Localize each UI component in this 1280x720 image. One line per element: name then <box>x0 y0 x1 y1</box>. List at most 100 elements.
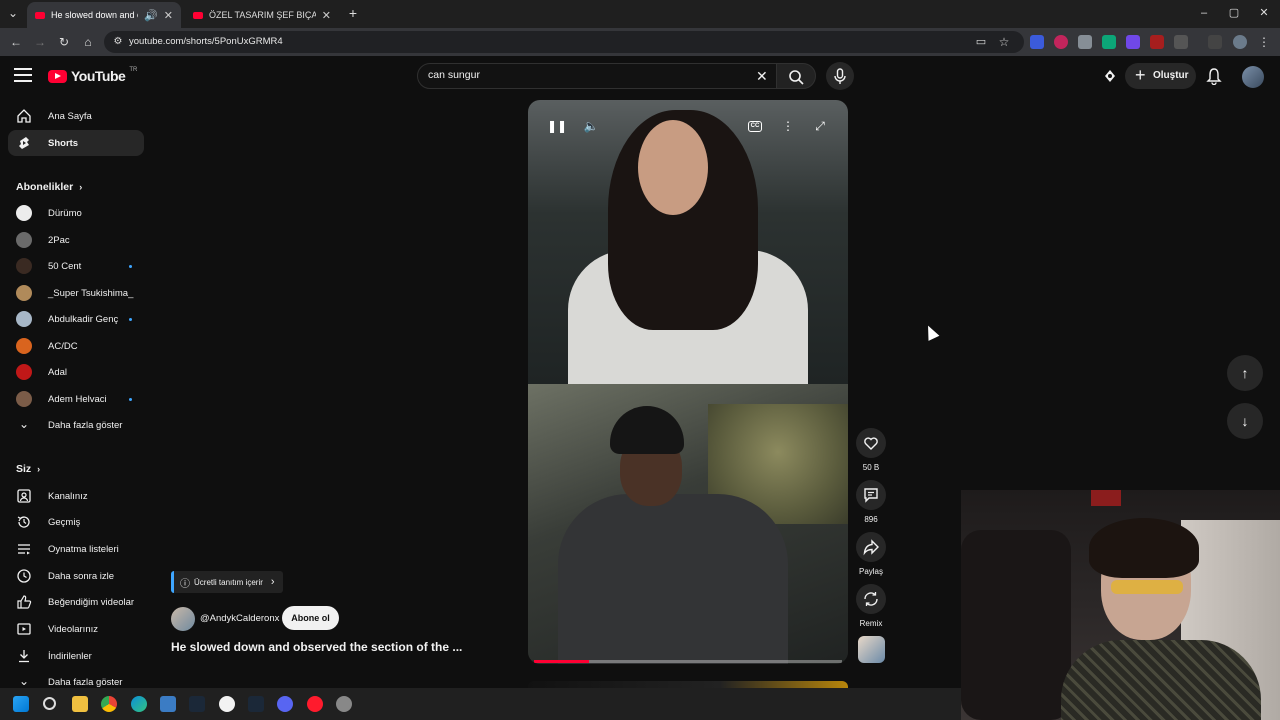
sidebar-item-subscription[interactable]: Dürümo <box>8 200 144 226</box>
edge-icon[interactable] <box>131 696 147 712</box>
sidebar-item-label: Kanalınız <box>48 490 88 502</box>
arrow-up-icon: ↑ <box>1241 365 1249 381</box>
tab-active[interactable]: He slowed down and obse 🔊 ✕ <box>27 2 181 28</box>
comments-button[interactable]: 896 <box>856 480 886 524</box>
reading-list-icon[interactable] <box>1208 35 1222 49</box>
sidebar-item-your-videos[interactable]: Videolarınız <box>8 616 144 642</box>
notifications-bell-icon[interactable] <box>1206 67 1222 85</box>
more-options-icon[interactable]: ⋮ <box>780 118 796 134</box>
profile-icon[interactable] <box>1233 35 1247 49</box>
sidebar-item-subscription[interactable]: AC/DC <box>8 333 144 359</box>
sidebar-item-home[interactable]: Ana Sayfa <box>8 103 144 129</box>
maximize-icon[interactable]: ▢ <box>1226 5 1242 21</box>
sidebar-show-more[interactable]: ⌄ Daha fazla göster <box>8 412 144 438</box>
menu-icon[interactable] <box>14 68 32 82</box>
sidebar-item-subscription[interactable]: Adem Helvaci <box>8 386 144 412</box>
sidebar-item-subscription[interactable]: Adal <box>8 359 144 385</box>
chrome-icon[interactable] <box>101 696 117 712</box>
search-input[interactable]: can sungur <box>428 69 480 81</box>
like-button[interactable]: 50 B <box>856 428 886 472</box>
close-window-icon[interactable]: ✕ <box>1256 5 1272 21</box>
pause-icon[interactable]: ❚❚ <box>547 118 567 134</box>
minimize-icon[interactable]: – <box>1196 5 1212 21</box>
search-box[interactable]: can sungur ✕ <box>417 63 777 89</box>
channel-avatar <box>16 205 32 221</box>
youtube-logo[interactable]: YouTube TR <box>48 67 137 84</box>
sidebar-item-label: Oynatma listeleri <box>48 543 119 555</box>
discord-icon[interactable] <box>277 696 293 712</box>
home-icon[interactable]: ⌂ <box>80 34 96 50</box>
subscriptions-header[interactable]: Abonelikler › <box>16 181 82 193</box>
bookmark-star-icon[interactable]: ☆ <box>996 34 1012 50</box>
back-icon[interactable]: ← <box>8 34 24 50</box>
tab-inactive[interactable]: ÖZEL TASARIM ŞEF BIÇAĞINI İ ✕ <box>185 2 339 28</box>
windows-taskbar <box>0 688 961 720</box>
steam-icon[interactable] <box>248 696 264 712</box>
home-icon <box>17 109 31 123</box>
tab-search-icon[interactable]: ⌄ <box>5 5 21 21</box>
new-tab-button[interactable]: + <box>345 5 361 21</box>
reload-icon[interactable]: ↻ <box>56 34 72 50</box>
shorts-create-icon[interactable] <box>1102 68 1118 84</box>
progress-bar[interactable] <box>534 660 842 663</box>
extensions-puzzle-icon[interactable] <box>1174 35 1188 49</box>
create-button[interactable]: Oluştur <box>1125 62 1196 89</box>
subscribe-button[interactable]: Abone ol <box>282 606 339 630</box>
menu-dots-icon[interactable]: ⋮ <box>1256 34 1272 50</box>
account-avatar[interactable] <box>1242 66 1264 88</box>
video-title[interactable]: He slowed down and observed the section … <box>171 640 462 654</box>
yandex-icon[interactable] <box>219 696 235 712</box>
file-explorer-icon[interactable] <box>72 696 88 712</box>
search-button[interactable] <box>776 63 816 89</box>
remix-button[interactable]: Remix <box>856 584 886 628</box>
fullscreen-icon[interactable]: ⤢ <box>812 118 828 134</box>
thumbs-up-icon <box>17 595 32 609</box>
site-info-icon[interactable]: ⚙ <box>110 34 126 50</box>
extension-icon[interactable] <box>1054 35 1068 49</box>
store-icon[interactable] <box>160 696 176 712</box>
previous-short-button[interactable]: ↑ <box>1227 355 1263 391</box>
sound-thumbnail[interactable] <box>858 636 885 663</box>
app-icon[interactable] <box>336 696 352 712</box>
extension-icon[interactable] <box>1150 35 1164 49</box>
heart-icon <box>864 437 878 450</box>
captions-icon[interactable]: CC <box>748 121 762 132</box>
next-short-button[interactable]: ↓ <box>1227 403 1263 439</box>
download-icon <box>19 650 29 663</box>
extension-icon[interactable] <box>1030 35 1044 49</box>
you-header[interactable]: Siz › <box>16 463 40 475</box>
sidebar-item-your-channel[interactable]: Kanalınız <box>8 483 144 509</box>
extension-icon[interactable] <box>1078 35 1092 49</box>
sidebar-item-downloads[interactable]: İndirilenler <box>8 643 144 669</box>
sidebar-item-watch-later[interactable]: Daha sonra izle <box>8 563 144 589</box>
sidebar-item-subscription[interactable]: 50 Cent <box>8 253 144 279</box>
clear-search-icon[interactable]: ✕ <box>756 68 768 85</box>
sidebar-item-subscription[interactable]: Abdulkadir Genç <box>8 306 144 332</box>
extension-icon[interactable] <box>1102 35 1116 49</box>
volume-icon[interactable]: 🔈 <box>583 118 599 134</box>
extension-icon[interactable] <box>1126 35 1140 49</box>
search-icon[interactable] <box>43 697 56 710</box>
next-short-peek[interactable] <box>528 681 848 688</box>
sidebar-item-history[interactable]: Geçmiş <box>8 509 144 535</box>
share-button[interactable]: Paylaş <box>856 532 886 576</box>
webcam-background <box>961 530 1071 720</box>
cast-icon[interactable]: ▭ <box>973 34 989 50</box>
tab-close-icon[interactable]: ✕ <box>322 9 331 22</box>
sidebar-item-shorts[interactable]: Shorts <box>8 130 144 156</box>
forward-icon[interactable]: → <box>32 34 48 50</box>
tab-close-icon[interactable]: ✕ <box>164 9 173 22</box>
windows-start-icon[interactable] <box>13 696 29 712</box>
steam-icon[interactable] <box>189 696 205 712</box>
shorts-player[interactable]: ❚❚ 🔈 CC ⋮ ⤢ <box>528 100 848 664</box>
sidebar-item-playlists[interactable]: Oynatma listeleri <box>8 536 144 562</box>
sidebar-item-subscription[interactable]: 2Pac <box>8 227 144 253</box>
sidebar-item-liked-videos[interactable]: Beğendiğim videolar <box>8 589 144 615</box>
paid-promotion-badge[interactable]: ⓘ Ücretli tanıtım içerir › <box>171 571 283 593</box>
channel-avatar[interactable] <box>171 607 195 631</box>
voice-search-button[interactable] <box>826 62 854 90</box>
channel-name[interactable]: @AndykCalderonx <box>200 613 279 624</box>
url-bar[interactable]: youtube.com/shorts/5PonUxGRMR4 <box>104 31 1024 53</box>
sidebar-item-subscription[interactable]: _Super Tsukishima_ <box>8 280 144 306</box>
opera-icon[interactable] <box>307 696 323 712</box>
